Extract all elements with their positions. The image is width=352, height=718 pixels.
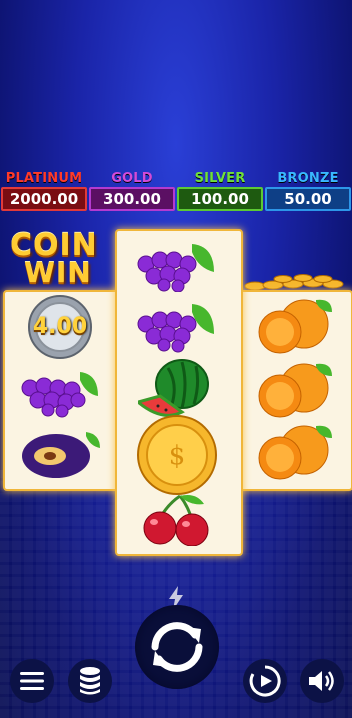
spin-button[interactable] xyxy=(135,605,219,689)
cherries-icon xyxy=(143,494,209,546)
jackpot-platinum-label: PLATINUM xyxy=(5,171,83,186)
jackpot-platinum: PLATINUM 2000.00 xyxy=(0,171,88,211)
bet-button[interactable] xyxy=(68,659,112,703)
menu-button[interactable] xyxy=(10,659,54,703)
jackpot-gold: GOLD 300.00 xyxy=(88,171,176,211)
orange-icon xyxy=(258,425,332,480)
jackpot-gold-value: 300.00 xyxy=(89,187,175,211)
hamburger-menu-icon xyxy=(20,672,44,690)
grapes-icon xyxy=(137,304,214,353)
coin-win-logo: COIN WIN xyxy=(6,228,106,289)
autoplay-button[interactable] xyxy=(243,659,287,703)
jackpot-bronze-label: BRONZE xyxy=(277,171,339,186)
jackpot-silver-label: SILVER xyxy=(194,171,246,186)
logo-line2: WIN xyxy=(24,256,92,289)
jackpot-silver: SILVER 100.00 xyxy=(176,171,264,211)
jackpot-bronze: BRONZE 50.00 xyxy=(264,171,352,211)
plum-icon xyxy=(22,432,100,478)
speaker-icon xyxy=(309,671,334,691)
orange-icon xyxy=(258,299,332,354)
svg-text:$: $ xyxy=(169,441,186,471)
jackpot-platinum-value: 2000.00 xyxy=(1,187,87,211)
grapes-icon xyxy=(21,372,98,418)
play-circle-icon xyxy=(249,665,281,697)
coin-stack-icon xyxy=(80,667,100,695)
jackpot-bronze-value: 50.00 xyxy=(265,187,351,211)
watermelon-icon xyxy=(138,359,209,417)
gold-coin-icon: $ xyxy=(137,415,217,495)
jackpot-silver-value: 100.00 xyxy=(177,187,263,211)
orange-icon xyxy=(258,363,332,418)
sound-button[interactable] xyxy=(300,659,344,703)
grapes-icon xyxy=(137,244,214,292)
coin-value: 4.00 xyxy=(32,314,88,339)
coin-stack-decoration xyxy=(244,274,344,291)
symbol-coin: 4.00 xyxy=(22,294,98,360)
jackpot-bar: PLATINUM 2000.00 GOLD 300.00 SILVER 100.… xyxy=(0,171,352,211)
refresh-icon xyxy=(151,622,203,672)
jackpot-gold-label: GOLD xyxy=(111,171,153,186)
